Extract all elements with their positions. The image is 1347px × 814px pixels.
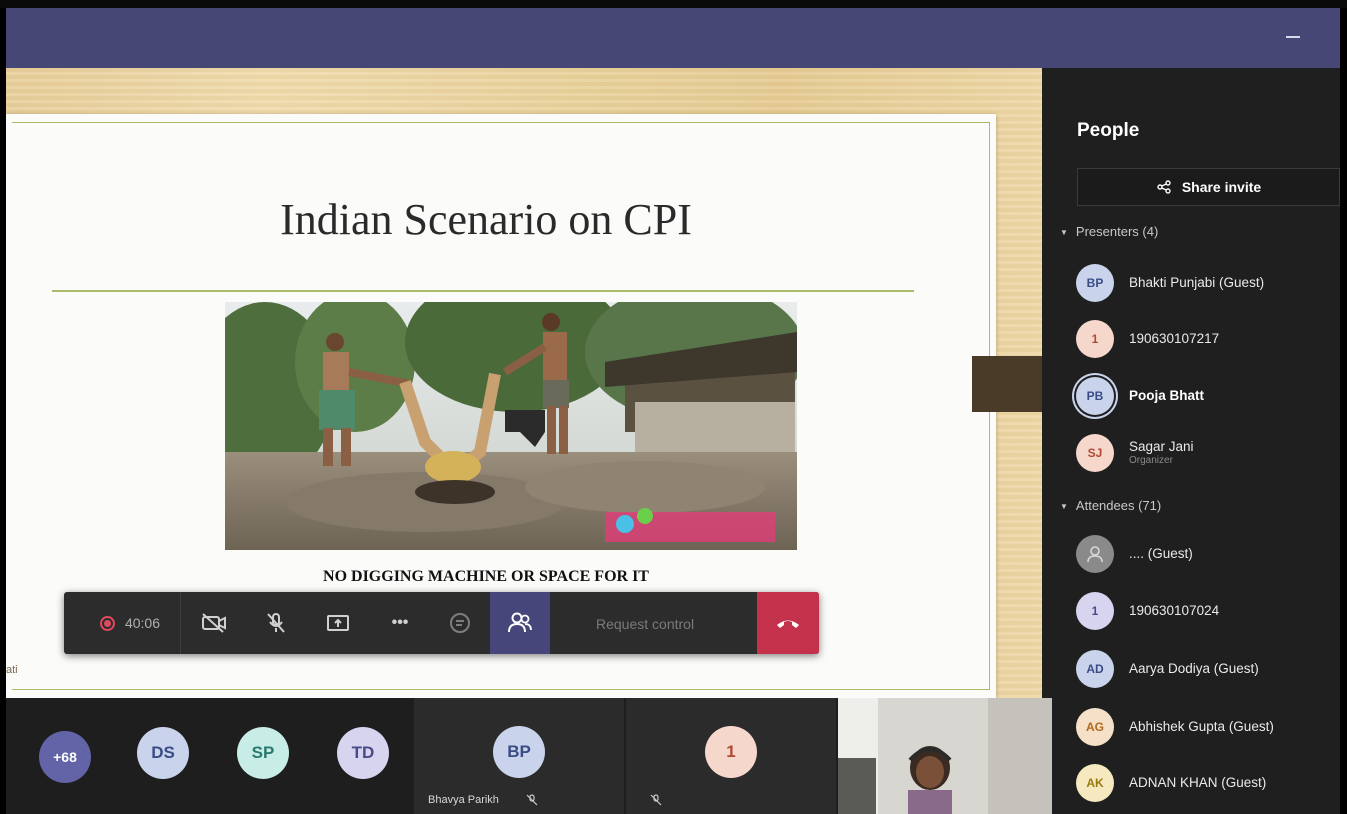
share-invite-label: Share invite [1181, 179, 1262, 195]
avatar[interactable]: DS [137, 727, 189, 779]
participant-row[interactable]: .... (Guest) [1076, 532, 1340, 576]
recording-timer: 40:06 [80, 592, 180, 654]
participant-name: 190630107217 [1129, 330, 1220, 346]
avatar: SJ [1076, 434, 1114, 472]
camera-toggle-button[interactable] [192, 592, 236, 654]
panel-resize-handle[interactable] [972, 356, 1042, 412]
share-content-button[interactable] [316, 592, 360, 654]
attendees-header-label: Attendees (71) [1075, 498, 1162, 513]
share-invite-button[interactable]: Share invite [1077, 168, 1340, 206]
minimize-icon[interactable] [1286, 36, 1300, 38]
participant-row[interactable]: BP Bhakti Punjabi (Guest) [1076, 261, 1340, 305]
camera-feed-illustration [838, 698, 1052, 814]
toolbar-divider [180, 592, 181, 654]
more-actions-button[interactable]: ••• [378, 592, 422, 654]
chat-icon [450, 613, 470, 633]
avatar: AK [1076, 764, 1114, 802]
participant-name: Aarya Dodiya (Guest) [1129, 660, 1259, 676]
participant-row[interactable]: 1 190630107217 [1076, 317, 1340, 361]
presenters-section-header[interactable]: ▼ Presenters (4) [1060, 224, 1158, 239]
self-camera-tile[interactable] [838, 698, 1052, 814]
slide-photo [225, 302, 797, 550]
mic-off-icon [267, 613, 285, 633]
avatar[interactable]: SP [237, 727, 289, 779]
photo-illustration [225, 302, 797, 550]
participant-row[interactable]: SJ Sagar Jani Organizer [1076, 431, 1340, 475]
request-control-button[interactable]: Request control [596, 616, 694, 632]
slide-title: Indian Scenario on CPI [280, 195, 692, 244]
participant-row[interactable]: 1 190630107024 [1076, 589, 1340, 633]
mic-toggle-button[interactable] [254, 592, 298, 654]
video-tile[interactable]: BP Bhavya Parikh [414, 698, 624, 814]
phone-hangup-icon [777, 620, 799, 628]
share-icon [1157, 180, 1171, 194]
recording-icon [99, 615, 115, 631]
participant-name: Abhishek Gupta (Guest) [1129, 718, 1274, 734]
avatar: 1 [705, 726, 757, 778]
overflow-participants-button[interactable]: +68 [39, 731, 91, 783]
slide-divider [52, 290, 914, 292]
participant-row[interactable]: AG Abhishek Gupta (Guest) [1076, 705, 1340, 749]
participant-name: .... (Guest) [1129, 545, 1193, 561]
participant-name-block: Sagar Jani Organizer [1129, 439, 1194, 467]
avatar: AD [1076, 650, 1114, 688]
chat-button[interactable] [438, 592, 482, 654]
people-icon [508, 612, 532, 633]
participant-row[interactable]: AK ADNAN KHAN (Guest) [1076, 761, 1340, 805]
avatar: AG [1076, 708, 1114, 746]
participant-row[interactable]: PB Pooja Bhatt [1076, 374, 1340, 418]
caret-down-icon: ▼ [1060, 228, 1068, 238]
participant-name: ADNAN KHAN (Guest) [1129, 774, 1267, 790]
tile-participant-name: Bhavya Parikh [428, 794, 499, 806]
participant-name: Bhakti Punjabi (Guest) [1129, 274, 1265, 290]
share-screen-icon [327, 615, 349, 631]
presenters-header-label: Presenters (4) [1075, 224, 1159, 239]
participant-role: Organizer [1129, 455, 1173, 467]
avatar: PB [1076, 377, 1114, 415]
video-gallery: +68 DS SP TD BP Bhavya Parikh 1 [6, 698, 1052, 814]
panel-title: People [1077, 120, 1140, 141]
presenter-name-fragment: ati [6, 664, 18, 676]
people-button[interactable] [490, 592, 550, 654]
participant-row[interactable]: AD Aarya Dodiya (Guest) [1076, 647, 1340, 691]
caret-down-icon: ▼ [1060, 502, 1068, 512]
attendees-section-header[interactable]: ▼ Attendees (71) [1060, 498, 1161, 513]
gallery-avatar-strip: +68 DS SP TD [6, 698, 412, 814]
mic-off-icon [526, 794, 538, 806]
people-panel: People Share invite ▼ Presenters (4) BP B… [1042, 68, 1340, 814]
avatar: BP [1076, 264, 1114, 302]
meeting-toolbar: 40:06 ••• Request control [64, 592, 819, 654]
participant-name: 190630107024 [1129, 602, 1220, 618]
participant-name: Pooja Bhatt [1129, 387, 1205, 403]
window-frame [0, 0, 1347, 8]
participant-name: Sagar Jani [1129, 438, 1194, 454]
hang-up-button[interactable] [757, 592, 819, 654]
mic-off-icon [650, 794, 662, 806]
avatar: 1 [1076, 320, 1114, 358]
avatar: 1 [1076, 592, 1114, 630]
camera-off-icon [202, 613, 226, 633]
avatar: BP [493, 726, 545, 778]
meeting-timer: 40:06 [124, 615, 161, 631]
slide-caption: NO DIGGING MACHINE OR SPACE FOR IT [323, 568, 649, 585]
user-placeholder-icon [1087, 546, 1103, 563]
meeting-title-bar [6, 8, 1340, 68]
avatar [1076, 535, 1114, 573]
avatar[interactable]: TD [337, 727, 389, 779]
video-tile[interactable]: 1 [626, 698, 836, 814]
